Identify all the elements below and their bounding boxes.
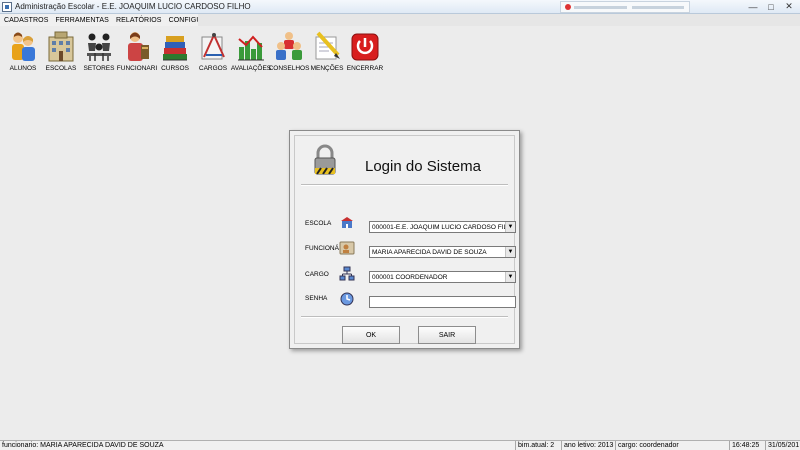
toolbar-encerrar-label: ENCERRAR <box>346 65 384 72</box>
window-title: Administração Escolar - E.E. JOAQUIM LUC… <box>15 2 251 11</box>
toolbar-cursos-button[interactable]: CURSOS <box>156 27 194 75</box>
toolbar-cargos-button[interactable]: CARGOS <box>194 27 232 75</box>
menu-cadastros[interactable]: CADASTROS <box>4 17 48 24</box>
council-icon <box>276 32 302 60</box>
chevron-down-icon[interactable]: ▼ <box>505 272 515 282</box>
sectors-icon <box>87 33 111 61</box>
toolbar-setores-label: SETORES <box>83 65 115 72</box>
taskbar-bar <box>631 5 684 9</box>
minimize-button[interactable]: — <box>744 0 762 13</box>
cargo-label: CARGO <box>305 271 329 278</box>
sair-button[interactable]: SAIR <box>418 326 476 344</box>
status-funcionario: funcionario: MARIA APARECIDA DAVID DE SO… <box>0 441 516 450</box>
close-button[interactable]: ✕ <box>780 0 798 13</box>
login-dialog-panel: Login do Sistema ESCOLA 000001-E.E. JOAQ… <box>294 135 516 344</box>
toolbar-cursos-label: CURSOS <box>161 65 189 72</box>
cargo-select-value: 000001 COORDENADOR <box>372 273 448 281</box>
escola-label: ESCOLA <box>305 220 332 227</box>
dialog-separator <box>301 184 508 186</box>
students-icon <box>12 32 35 61</box>
funcionario-select-value: MARIA APARECIDA DAVID DE SOUZA <box>372 248 487 256</box>
senha-label: SENHA <box>305 295 328 302</box>
toolbar-conselhos-button[interactable]: CONSELHOS <box>268 27 310 75</box>
toolbar-encerrar-button[interactable]: ENCERRAR <box>346 27 384 75</box>
toolbar-mencoes-label: MENÇÕES <box>310 65 344 72</box>
menu-relatorios[interactable]: RELATÓRIOS <box>116 17 162 24</box>
senha-password-field[interactable] <box>370 297 515 308</box>
dialog-separator <box>301 316 508 318</box>
toolbar-conselhos-label: CONSELHOS <box>268 65 310 72</box>
employees-icon <box>128 32 149 61</box>
toolbar-alunos-button[interactable]: ALUNOS <box>4 27 42 75</box>
senha-input[interactable] <box>369 296 516 308</box>
toolbar-funcionarios-button[interactable]: FUNCIONARI <box>116 27 158 75</box>
menu-ferramentas[interactable]: FERRAMENTAS <box>55 17 108 24</box>
drafting-tools-icon <box>201 32 225 60</box>
power-icon <box>351 33 379 61</box>
escola-select-value: 000001-E.E. JOAQUIM LUCIO CARDOSO FILHO <box>372 223 505 231</box>
toolbar: ALUNOS ESCOLAS SETORES FUNCIONARI CURSOS… <box>0 27 800 75</box>
maximize-button[interactable]: □ <box>762 0 780 13</box>
taskbar-dot-icon <box>565 4 571 10</box>
toolbar-setores-button[interactable]: SETORES <box>80 27 118 75</box>
cargo-select[interactable]: 000001 COORDENADOR ▼ <box>369 271 516 283</box>
toolbar-alunos-label: ALUNOS <box>9 65 37 72</box>
status-bimestre: bim.atual: 2 <box>516 441 562 450</box>
toolbar-escolas-button[interactable]: ESCOLAS <box>42 27 80 75</box>
taskbar-preview <box>560 1 690 13</box>
toolbar-mencoes-button[interactable]: MENÇÕES <box>308 27 346 75</box>
toolbar-avaliacoes-label: AVALIAÇÕES <box>230 65 272 72</box>
school-building-icon <box>341 217 353 228</box>
funcionario-select[interactable]: MARIA APARECIDA DAVID DE SOUZA ▼ <box>369 246 516 258</box>
clock-key-icon <box>340 292 354 306</box>
school-icon <box>48 31 74 62</box>
status-date: 31/05/201 <box>768 442 800 449</box>
escola-select[interactable]: 000001-E.E. JOAQUIM LUCIO CARDOSO FILHO … <box>369 221 516 233</box>
title-bar: Administração Escolar - E.E. JOAQUIM LUC… <box>0 0 800 14</box>
books-icon <box>163 36 187 61</box>
dialog-title: Login do Sistema <box>365 158 481 175</box>
pencil-paper-icon <box>315 31 340 60</box>
window-controls: — □ ✕ <box>744 0 798 13</box>
chevron-down-icon[interactable]: ▼ <box>505 222 515 232</box>
status-ano-letivo: ano letivo: 2013 <box>562 441 616 450</box>
login-dialog: Login do Sistema ESCOLA 000001-E.E. JOAQ… <box>289 130 520 349</box>
status-time: 16:48:25 <box>730 441 766 450</box>
app-icon <box>2 1 12 12</box>
chevron-down-icon[interactable]: ▼ <box>505 247 515 257</box>
status-cargo: cargo: coordenador <box>616 441 730 450</box>
toolbar-cargos-label: CARGOS <box>198 65 228 72</box>
taskbar-bar <box>574 5 627 9</box>
status-bar: funcionario: MARIA APARECIDA DAVID DE SO… <box>0 440 800 450</box>
menu-bar: CADASTROS FERRAMENTAS RELATÓRIOS CONFIGU… <box>0 14 800 26</box>
org-chart-icon <box>339 266 355 281</box>
menu-bar-fill <box>198 14 800 26</box>
employee-badge-icon <box>339 241 355 255</box>
bar-chart-icon <box>238 35 264 61</box>
toolbar-avaliacoes-button[interactable]: AVALIAÇÕES <box>230 27 272 75</box>
toolbar-escolas-label: ESCOLAS <box>45 65 77 72</box>
toolbar-funcionarios-label: FUNCIONARI <box>116 65 158 72</box>
padlock-icon <box>314 144 336 175</box>
ok-button[interactable]: OK <box>342 326 400 344</box>
